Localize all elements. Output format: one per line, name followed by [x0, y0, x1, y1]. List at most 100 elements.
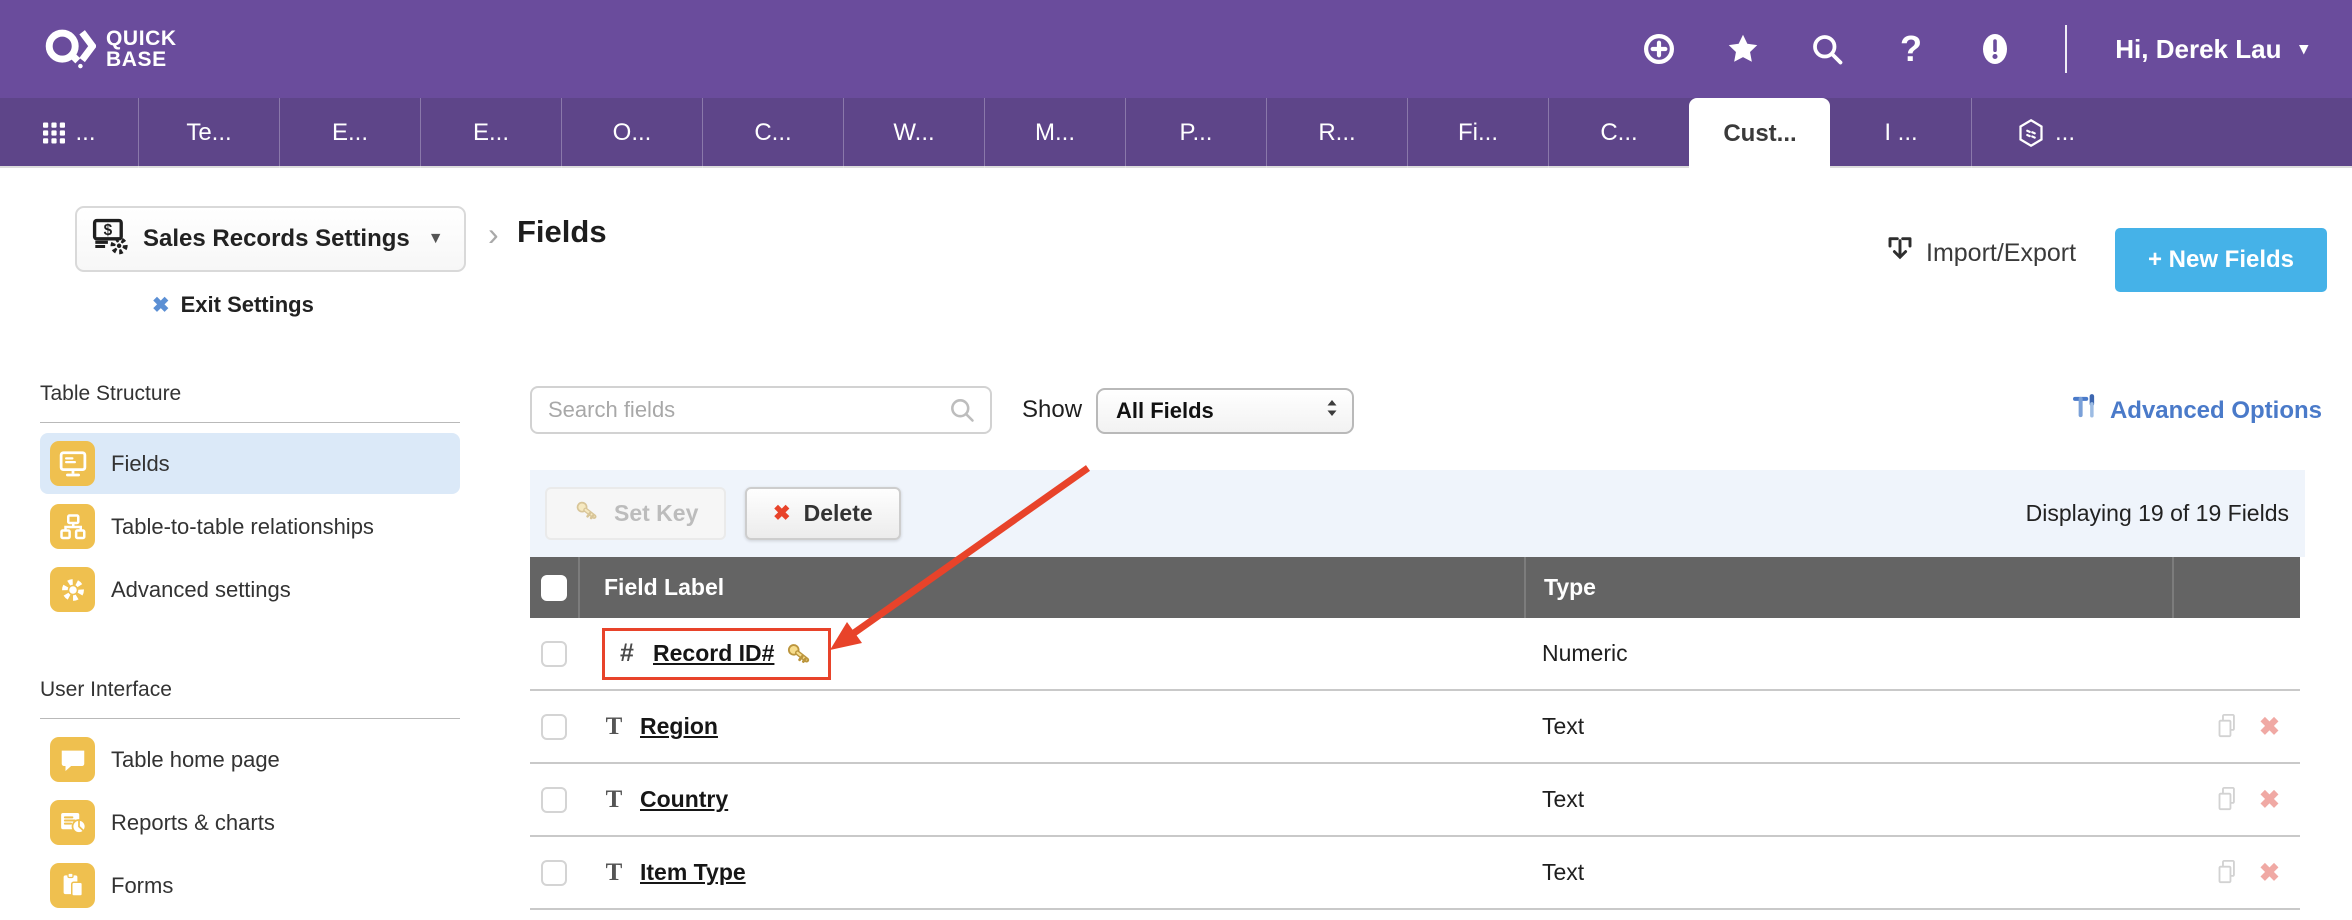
monitor-icon [50, 441, 95, 486]
field-type-icon: T [602, 713, 626, 741]
delete-field-icon[interactable]: ✖ [2259, 858, 2280, 888]
relations-icon [50, 504, 95, 549]
add-icon[interactable] [1641, 31, 1677, 67]
quickbase-wordmark: QUICK BASE [106, 28, 177, 70]
quickbase-logo[interactable]: QUICK BASE [44, 24, 177, 75]
topbar: QUICK BASE ? Hi, Derek Lau ▾ [0, 0, 2352, 98]
sidebar-section: User Interface Table home page Reports &… [40, 664, 460, 916]
field-type: Text [1542, 859, 1584, 886]
field-label-cell: T Region [602, 713, 718, 741]
tab-i[interactable]: I ... [1830, 98, 1971, 168]
sidebar-item-advanced-settings[interactable]: Advanced settings [40, 559, 460, 620]
field-type: Text [1542, 713, 1584, 740]
table-header-row: Field Label Type [530, 557, 2300, 618]
sidebar-section-title: User Interface [40, 664, 460, 719]
tab-more-14[interactable]: ... [1971, 98, 2352, 168]
search-input[interactable] [530, 386, 992, 434]
row-checkbox[interactable] [541, 641, 567, 667]
tab-c[interactable]: C... [702, 98, 843, 168]
table-row: # Record ID# Numeric [530, 618, 2300, 691]
row-checkbox[interactable] [541, 860, 567, 886]
delete-field-icon[interactable]: ✖ [2259, 712, 2280, 742]
tab-e[interactable]: E... [420, 98, 561, 168]
show-fields-select[interactable]: All Fields [1096, 388, 1354, 434]
grid-icon [42, 121, 66, 145]
help-icon[interactable]: ? [1893, 31, 1929, 67]
user-greeting: Hi, Derek Lau [2115, 34, 2281, 65]
tab-r[interactable]: R... [1266, 98, 1407, 168]
select-all-checkbox[interactable] [541, 575, 567, 601]
field-label-cell: T Country [602, 786, 728, 814]
field-label-link[interactable]: Item Type [640, 859, 746, 886]
report-icon [50, 800, 95, 845]
copy-icon[interactable] [2213, 785, 2241, 815]
tab-te[interactable]: Te... [138, 98, 279, 168]
bubble-icon [50, 737, 95, 782]
copy-icon[interactable] [2213, 712, 2241, 742]
tab-more-0[interactable]: ... [0, 98, 138, 168]
field-label-link[interactable]: Record ID# [653, 640, 774, 667]
tab-fi[interactable]: Fi... [1407, 98, 1548, 168]
tab-o[interactable]: O... [561, 98, 702, 168]
new-fields-button[interactable]: + New Fields [2115, 228, 2327, 292]
svg-text:$: $ [104, 221, 113, 238]
sidebar-item-fields[interactable]: Fields [40, 433, 460, 494]
sidebar-item-reports-charts[interactable]: Reports & charts [40, 792, 460, 853]
field-label-cell: T Item Type [602, 859, 746, 887]
row-checkbox[interactable] [541, 787, 567, 813]
table-actions-band: Set Key ✖ Delete Displaying 19 of 19 Fie… [530, 470, 2305, 557]
close-icon: ✖ [152, 293, 170, 318]
exit-settings-link[interactable]: ✖ Exit Settings [152, 292, 314, 318]
chevron-down-icon: ▾ [2299, 39, 2308, 59]
tools-icon [2070, 392, 2100, 429]
field-label-cell: # Record ID# [602, 628, 831, 680]
tab-e[interactable]: E... [279, 98, 420, 168]
copy-icon[interactable] [2213, 858, 2241, 888]
table-settings-menu[interactable]: $ Sales Records Settings ▼ [75, 206, 466, 272]
hex-icon [2016, 118, 2046, 148]
alert-icon[interactable] [1977, 31, 2013, 67]
key-icon [573, 497, 601, 531]
delete-field-icon[interactable]: ✖ [2259, 785, 2280, 815]
search-icon [948, 396, 976, 424]
page-header: $ Sales Records Settings ▼ › Fields ✖ Ex… [0, 170, 2352, 350]
sidebar-item-table-to-table-relationships[interactable]: Table-to-table relationships [40, 496, 460, 557]
chevron-down-icon: ▼ [428, 230, 444, 248]
column-header-field-label[interactable]: Field Label [578, 557, 1524, 618]
sidebar-item-forms[interactable]: Forms [40, 855, 460, 916]
column-header-type[interactable]: Type [1524, 557, 2172, 618]
advanced-options-link[interactable]: Advanced Options [2070, 392, 2322, 429]
tab-cust[interactable]: Cust... [1689, 98, 1830, 170]
field-type: Numeric [1542, 640, 1628, 667]
tab-m[interactable]: M... [984, 98, 1125, 168]
import-export-icon [1884, 234, 1916, 273]
show-fields-value: All Fields [1116, 398, 1214, 424]
displaying-count: Displaying 19 of 19 Fields [2026, 500, 2289, 527]
show-label: Show [1022, 396, 1082, 424]
svg-text:?: ? [1900, 31, 1922, 67]
field-label-link[interactable]: Country [640, 786, 728, 813]
table-row: T Item Type Text ✖ [530, 837, 2300, 910]
tab-w[interactable]: W... [843, 98, 984, 168]
delete-x-icon: ✖ [773, 501, 791, 526]
sidebar-item-table-home-page[interactable]: Table home page [40, 729, 460, 790]
tab-c[interactable]: C... [1548, 98, 1689, 168]
fields-panel: Show All Fields Advanced Options Set Ke [530, 368, 2352, 920]
set-key-button[interactable]: Set Key [545, 487, 726, 540]
search-icon[interactable] [1809, 31, 1845, 67]
gear-icon [50, 567, 95, 612]
user-menu[interactable]: Hi, Derek Lau ▾ [2115, 34, 2308, 65]
favorites-star-icon[interactable] [1725, 31, 1761, 67]
table-dollar-gear-icon: $ [89, 215, 131, 264]
import-export-button[interactable]: Import/Export [1884, 234, 2076, 273]
delete-button[interactable]: ✖ Delete [745, 487, 901, 540]
topbar-divider [2065, 25, 2067, 73]
table-row: T Country Text ✖ [530, 764, 2300, 837]
row-checkbox[interactable] [541, 714, 567, 740]
sidebar-section: Table Structure Fields Table-to-table re… [40, 368, 460, 620]
tab-p[interactable]: P... [1125, 98, 1266, 168]
table-row: T Region Text ✖ [530, 691, 2300, 764]
field-label-link[interactable]: Region [640, 713, 718, 740]
breadcrumb-separator: › [488, 216, 499, 253]
field-type-icon: T [602, 859, 626, 887]
